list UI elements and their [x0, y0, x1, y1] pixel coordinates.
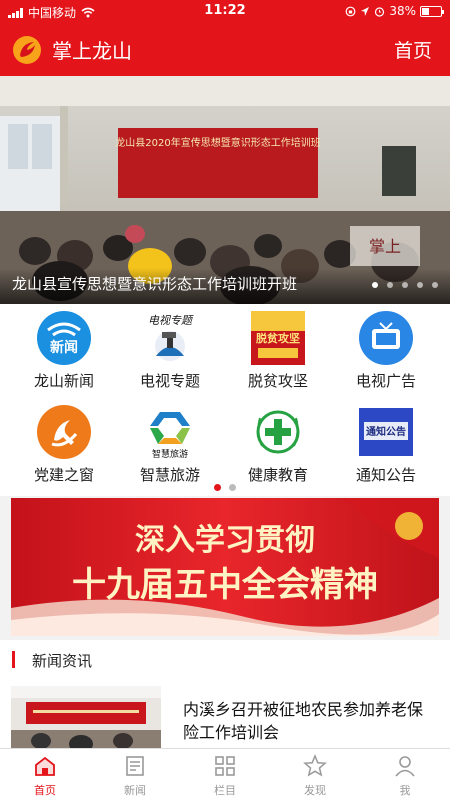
tab-me[interactable]: 我 — [360, 749, 450, 800]
promo-banner[interactable]: 深入学习贯彻 十九届五中全会精神 — [11, 498, 439, 636]
news-list-icon — [126, 756, 144, 776]
app-logo-icon — [13, 36, 41, 64]
lock-rotation-icon — [345, 6, 356, 16]
discover-icon — [303, 754, 327, 777]
news-icon: 新闻 — [37, 311, 91, 365]
notice-icon: 通知公告 — [359, 408, 413, 456]
app-title: 掌上龙山 — [52, 39, 132, 63]
section-accent-bar — [12, 651, 15, 668]
news-icon-text: 新闻 — [50, 339, 78, 356]
channel-poverty[interactable]: 脱贫攻坚 脱贫攻坚 — [222, 306, 334, 398]
banner-carousel[interactable]: 龙山县2020年宣传思想暨意识形态工作培训班 掌上 龙山县宣传思想暨意识形态工作… — [0, 76, 450, 304]
slide-banner-text: 龙山县2020年宣传思想暨意识形态工作培训班 — [115, 136, 320, 149]
channel-pager — [0, 484, 450, 491]
banner-dot[interactable] — [417, 282, 423, 288]
tab-label: 发现 — [304, 784, 326, 797]
channel-page-dot[interactable] — [214, 484, 221, 491]
channel-label: 电视广告 — [355, 372, 416, 390]
news-thumbnail — [11, 686, 161, 748]
tv-topic-icon: 电视专题 — [148, 314, 194, 361]
tab-label: 栏目 — [214, 784, 236, 797]
channel-label: 通知公告 — [355, 466, 416, 484]
promo-line-2: 十九届五中全会精神 — [72, 565, 378, 605]
banner-title[interactable]: 龙山县宣传思想暨意识形态工作培训班开班 — [12, 273, 297, 294]
channel-label: 健康教育 — [247, 466, 308, 484]
alarm-icon — [375, 6, 385, 17]
location-icon — [361, 6, 370, 16]
tab-columns[interactable]: 栏目 — [180, 749, 270, 800]
news-title[interactable]: 内溪乡召开被征地农民参加养老保险工作培训会 — [183, 698, 438, 744]
promo-image: 深入学习贯彻 十九届五中全会精神 — [11, 498, 439, 636]
tab-label: 新闻 — [124, 784, 146, 797]
status-bar: 中国移动 11:22 38% — [0, 0, 450, 22]
bottom-tab-bar: 首页 新闻 栏目 发现 我 — [0, 748, 450, 800]
tourism-icon: 智慧旅游 — [150, 412, 190, 460]
channel-grid: 新闻 龙山新闻 电视专题 电视专题 脱贫攻坚 脱贫攻坚 电视广告 党建之窗 智慧… — [0, 304, 450, 496]
notice-icon-text: 通知公告 — [366, 425, 406, 438]
channel-label: 智慧旅游 — [139, 466, 200, 484]
party-icon — [37, 405, 91, 459]
channel-notice[interactable]: 通知公告 通知公告 — [330, 400, 442, 492]
channel-tourism[interactable]: 智慧旅游 智慧旅游 — [114, 400, 226, 492]
battery-icon — [420, 5, 444, 17]
banner-dot[interactable] — [432, 282, 438, 288]
poverty-icon-text: 脱贫攻坚 — [256, 331, 300, 345]
home-link[interactable]: 首页 — [394, 36, 432, 63]
promo-line-1: 深入学习贯彻 — [135, 523, 315, 558]
banner-dot[interactable] — [402, 282, 408, 288]
home-icon — [35, 756, 55, 776]
grid-icon — [215, 756, 235, 776]
channel-label: 龙山新闻 — [33, 372, 94, 390]
channel-tv-ad[interactable]: 电视广告 — [330, 306, 442, 398]
channel-party[interactable]: 党建之窗 — [8, 400, 120, 492]
battery-percent: 38% — [389, 4, 416, 18]
news-section-header: 新闻资讯 — [0, 640, 450, 678]
health-icon — [256, 410, 300, 454]
poverty-icon: 脱贫攻坚 — [251, 311, 305, 365]
tv-ad-icon — [359, 311, 413, 365]
channel-page-dot[interactable] — [229, 484, 236, 491]
tab-news[interactable]: 新闻 — [90, 749, 180, 800]
banner-dot[interactable] — [387, 282, 393, 288]
channel-longshan-news[interactable]: 新闻 龙山新闻 — [8, 306, 120, 398]
tab-home[interactable]: 首页 — [0, 749, 90, 800]
channel-label: 党建之窗 — [33, 466, 94, 484]
tourism-icon-text: 智慧旅游 — [152, 448, 188, 460]
tv-topic-icon-text: 电视专题 — [148, 314, 194, 327]
news-list-item[interactable]: 内溪乡召开被征地农民参加养老保险工作培训会 — [0, 678, 450, 748]
tab-label: 首页 — [34, 784, 56, 797]
channel-tv-topic[interactable]: 电视专题 电视专题 — [114, 306, 226, 398]
section-title: 新闻资讯 — [32, 652, 93, 670]
channel-label: 电视专题 — [139, 372, 200, 390]
app-header: 掌上龙山 首页 — [0, 22, 450, 76]
channel-health[interactable]: 健康教育 — [222, 400, 334, 492]
banner-watermark: 掌上 — [369, 237, 401, 256]
status-right: 38% — [345, 4, 444, 18]
banner-dot[interactable] — [372, 282, 378, 288]
tab-discover[interactable]: 发现 — [270, 749, 360, 800]
channel-label: 脱贫攻坚 — [247, 372, 308, 390]
tab-label: 我 — [399, 784, 411, 797]
user-icon — [395, 756, 415, 777]
banner-pager — [372, 282, 438, 288]
